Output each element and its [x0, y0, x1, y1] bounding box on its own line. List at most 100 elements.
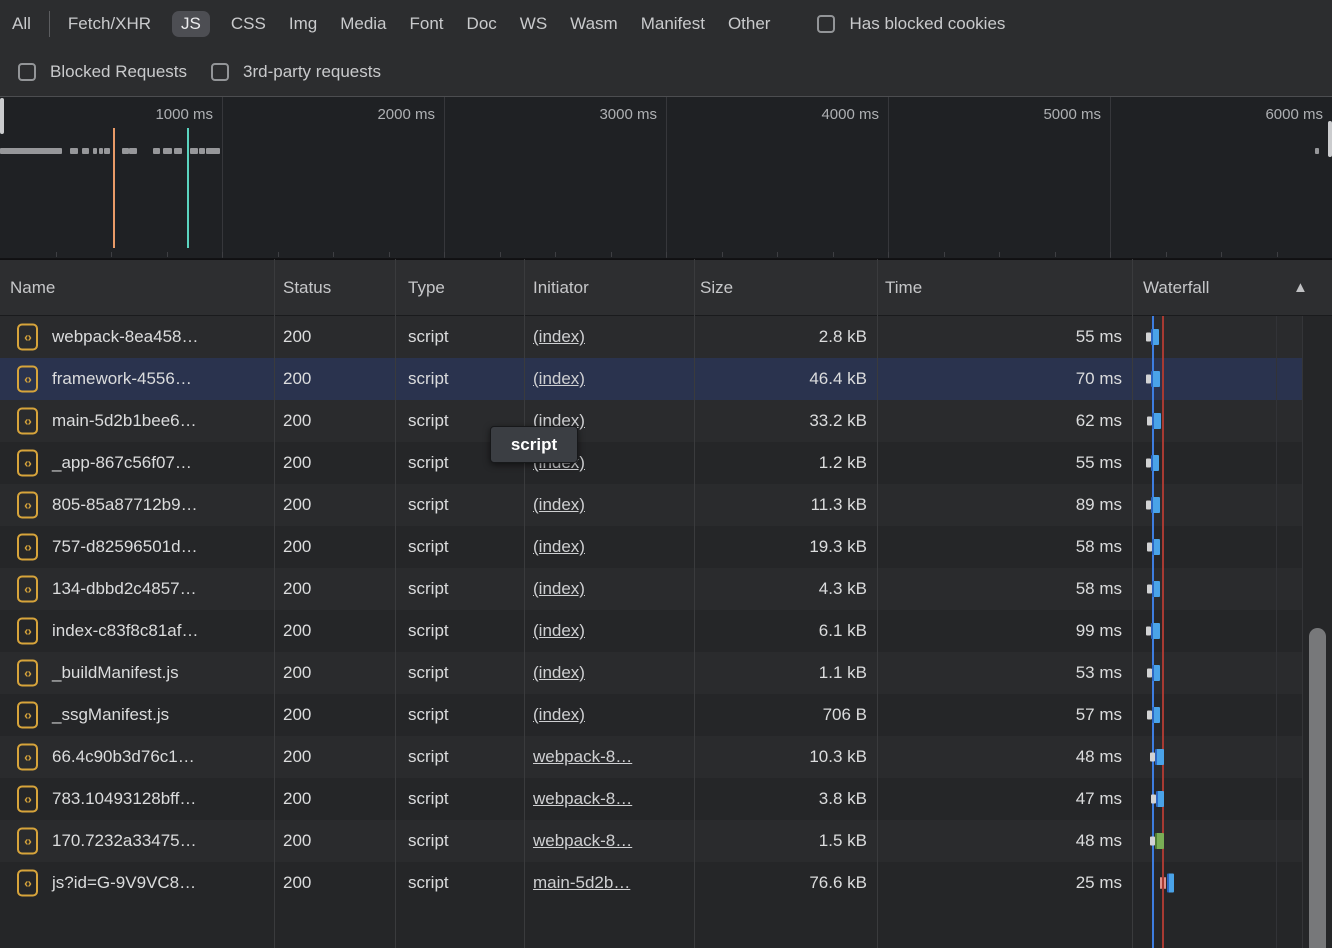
initiator-link[interactable]: webpack-8… [533, 831, 632, 851]
column-header-size[interactable]: Size [700, 260, 733, 315]
load-event-line [1162, 316, 1164, 948]
cell-name: 134-dbbd2c4857… [52, 568, 197, 610]
js-script-file-icon: ‹› [17, 492, 38, 519]
overview-time-label: 2000 ms [377, 106, 435, 123]
table-row[interactable]: ‹›webpack-8ea458…200script(index)2.8 kB5… [0, 316, 1302, 358]
table-row[interactable]: ‹›js?id=G-9V9VC8…200scriptmain-5d2b…76.6… [0, 862, 1302, 904]
js-script-file-icon: ‹› [17, 450, 38, 477]
column-header-status[interactable]: Status [283, 260, 331, 315]
table-row[interactable]: ‹›framework-4556…200script(index)46.4 kB… [0, 358, 1302, 400]
overview-minor-tick [1277, 252, 1278, 257]
cell-type: script [408, 694, 449, 736]
initiator-link[interactable]: (index) [533, 621, 585, 641]
initiator-link[interactable]: (index) [533, 327, 585, 347]
load-event-marker [187, 128, 189, 248]
cell-time: 58 ms [1076, 526, 1122, 568]
initiator-link[interactable]: (index) [533, 369, 585, 389]
cell-type: script [408, 610, 449, 652]
table-row[interactable]: ‹›134-dbbd2c4857…200script(index)4.3 kB5… [0, 568, 1302, 610]
overview-left-handle[interactable] [0, 98, 4, 134]
waterfall-bar-blue [1155, 749, 1164, 765]
filter-type-ws[interactable]: WS [518, 11, 549, 37]
waterfall-bar-blue [1151, 371, 1160, 387]
filter-type-img[interactable]: Img [287, 11, 319, 37]
js-script-file-icon: ‹› [17, 744, 38, 771]
blocked-requests-label[interactable]: Blocked Requests [50, 62, 187, 82]
blocked-requests-checkbox[interactable] [18, 63, 36, 81]
cell-status: 200 [283, 694, 311, 736]
table-row[interactable]: ‹›_ssgManifest.js200script(index)706 B57… [0, 694, 1302, 736]
cell-status: 200 [283, 568, 311, 610]
cell-status: 200 [283, 358, 311, 400]
initiator-link[interactable]: webpack-8… [533, 789, 632, 809]
table-row[interactable]: ‹›757-d82596501d…200script(index)19.3 kB… [0, 526, 1302, 568]
third-party-requests-label[interactable]: 3rd-party requests [243, 62, 381, 82]
initiator-link[interactable]: (index) [533, 495, 585, 515]
column-header-initiator[interactable]: Initiator [533, 260, 589, 315]
cell-type: script [408, 820, 449, 862]
filter-type-wasm[interactable]: Wasm [568, 11, 620, 37]
column-header-time[interactable]: Time [885, 260, 922, 315]
sort-ascending-icon[interactable]: ▲ [1293, 260, 1308, 315]
third-party-requests-checkbox[interactable] [211, 63, 229, 81]
table-row[interactable]: ‹›805-85a87712b9…200script(index)11.3 kB… [0, 484, 1302, 526]
js-script-file-icon: ‹› [17, 702, 38, 729]
initiator-link[interactable]: (index) [533, 663, 585, 683]
filter-type-media[interactable]: Media [338, 11, 388, 37]
table-row[interactable]: ‹›_app-867c56f07…200script(index)1.2 kB5… [0, 442, 1302, 484]
table-row[interactable]: ‹›66.4c90b3d76c1…200scriptwebpack-8…10.3… [0, 736, 1302, 778]
table-row[interactable]: ‹›783.10493128bff…200scriptwebpack-8…3.8… [0, 778, 1302, 820]
cell-size: 4.3 kB [819, 568, 867, 610]
initiator-link[interactable]: webpack-8… [533, 747, 632, 767]
filter-type-other[interactable]: Other [726, 11, 773, 37]
cell-status: 200 [283, 652, 311, 694]
cell-time: 48 ms [1076, 736, 1122, 778]
js-script-file-icon: ‹› [17, 366, 38, 393]
filter-type-doc[interactable]: Doc [465, 11, 499, 37]
has-blocked-cookies-label[interactable]: Has blocked cookies [849, 14, 1005, 34]
resource-type-filters: All Fetch/XHR JS CSS Img Media Font Doc WS Wasm Ma… [10, 11, 791, 37]
cell-type: script [408, 652, 449, 694]
cell-type: script [408, 442, 449, 484]
table-row[interactable]: ‹›main-5d2b1bee6…200script(index)33.2 kB… [0, 400, 1302, 442]
has-blocked-cookies-checkbox[interactable] [817, 15, 835, 33]
initiator-link[interactable]: (index) [533, 705, 585, 725]
filter-type-js[interactable]: JS [172, 11, 210, 37]
cell-name: index-c83f8c81af… [52, 610, 198, 652]
overview-gridline [222, 97, 223, 258]
filter-type-fetch-xhr[interactable]: Fetch/XHR [66, 11, 153, 37]
overview-minor-tick [888, 252, 889, 257]
column-divider [694, 259, 695, 948]
js-script-file-icon: ‹› [17, 870, 38, 897]
column-header-name[interactable]: Name [10, 260, 55, 315]
waterfall-bar-blue [1151, 497, 1160, 513]
table-row[interactable]: ‹›index-c83f8c81af…200script(index)6.1 k… [0, 610, 1302, 652]
overview-minor-tick [1221, 252, 1222, 257]
overview-minor-tick [833, 252, 834, 257]
initiator-link[interactable]: (index) [533, 537, 585, 557]
vertical-scrollbar-thumb[interactable] [1309, 628, 1326, 948]
filter-type-manifest[interactable]: Manifest [639, 11, 707, 37]
cell-time: 53 ms [1076, 652, 1122, 694]
overview-minor-tick [1110, 252, 1111, 257]
js-script-file-icon: ‹› [17, 660, 38, 687]
cell-name: 170.7232a33475… [52, 820, 197, 862]
overview-activity-segment [206, 148, 220, 154]
initiator-link[interactable]: main-5d2b… [533, 873, 630, 893]
cell-initiator: webpack-8… [533, 778, 632, 820]
cell-type: script [408, 568, 449, 610]
js-script-file-icon: ‹› [17, 534, 38, 561]
table-row[interactable]: ‹›170.7232a33475…200scriptwebpack-8…1.5 … [0, 820, 1302, 862]
cell-name: _buildManifest.js [52, 652, 179, 694]
filter-type-font[interactable]: Font [408, 11, 446, 37]
cell-status: 200 [283, 316, 311, 358]
overview-right-handle[interactable] [1328, 121, 1332, 157]
column-header-type[interactable]: Type [408, 260, 445, 315]
filter-type-css[interactable]: CSS [229, 11, 268, 37]
scrollbar-track-divider [1302, 316, 1303, 948]
column-header-waterfall[interactable]: Waterfall [1143, 260, 1209, 315]
network-overview-timeline[interactable]: 1000 ms2000 ms3000 ms4000 ms5000 ms6000 … [0, 96, 1332, 259]
filter-type-all[interactable]: All [10, 11, 33, 37]
initiator-link[interactable]: (index) [533, 579, 585, 599]
table-row[interactable]: ‹›_buildManifest.js200script(index)1.1 k… [0, 652, 1302, 694]
